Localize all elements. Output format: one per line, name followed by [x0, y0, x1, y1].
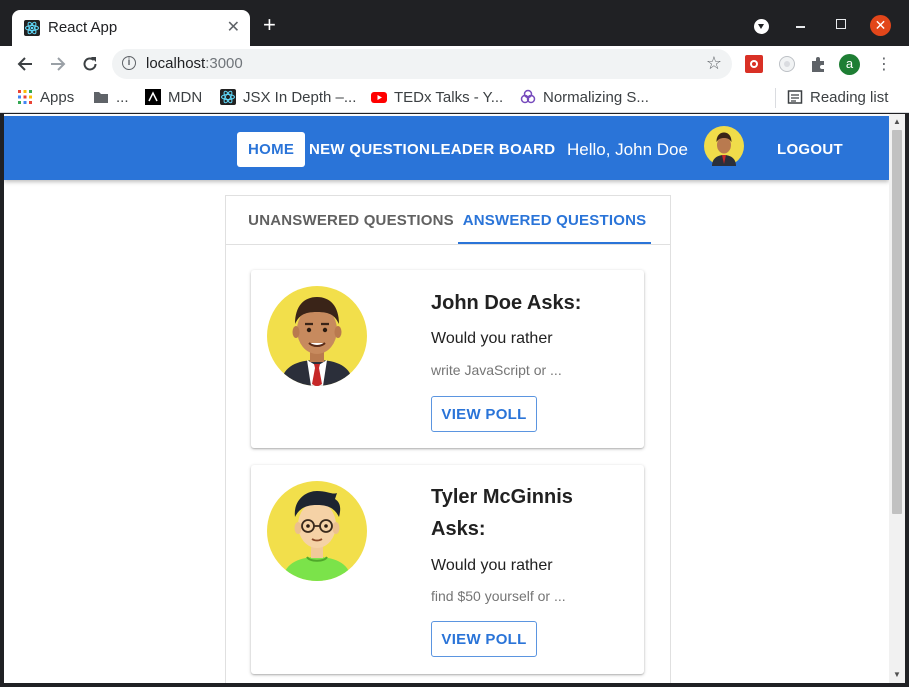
scroll-down-icon[interactable]: ▼ — [893, 670, 901, 679]
tab-title: React App — [48, 19, 118, 36]
question-prompt: Would you rather — [431, 330, 553, 347]
apps-grid-icon — [18, 90, 32, 104]
redux-icon — [520, 89, 536, 104]
tab-answered[interactable]: ANSWERED QUESTIONS — [458, 196, 651, 244]
scroll-thumb[interactable] — [892, 130, 902, 514]
reload-icon[interactable] — [78, 52, 102, 76]
question-prompt: Would you rather — [431, 557, 553, 574]
app-bar: Home New Question Leader Board Hello, Jo… — [4, 116, 889, 180]
bookmarks-bar: Apps ... MDN JSX In Depth –... TEDx Talk… — [0, 82, 909, 113]
bookmark-label: ... — [116, 88, 129, 106]
browser-menu-icon[interactable]: ⋮ — [876, 54, 892, 74]
tab-unanswered[interactable]: UNANSWERED QUESTIONS — [248, 196, 454, 244]
react-icon — [220, 89, 236, 105]
question-tabs: UNANSWERED QUESTIONS ANSWERED QUESTIONS — [226, 196, 670, 245]
mdn-icon — [145, 89, 161, 105]
reading-list-icon — [787, 90, 803, 104]
extension-gray-icon[interactable] — [778, 55, 796, 73]
extensions-puzzle-icon[interactable] — [809, 55, 827, 73]
browser-titlebar: React App ✕ + ✕ — [0, 0, 909, 46]
question-card: Tyler McGinnis Asks: Would you rather fi… — [251, 465, 644, 674]
nav-home[interactable]: Home — [237, 132, 306, 167]
bookmark-label: TEDx Talks - Y... — [394, 88, 504, 106]
view-poll-button[interactable]: VIEW POLL — [431, 621, 537, 657]
scroll-up-icon[interactable]: ▲ — [893, 117, 901, 126]
user-greeting: Hello, John Doe — [567, 140, 688, 159]
browser-tab[interactable]: React App ✕ — [12, 10, 250, 46]
window-close-icon[interactable]: ✕ — [870, 15, 891, 36]
tab-close-icon[interactable]: ✕ — [227, 17, 240, 37]
bookmark-tedx[interactable]: TEDx Talks - Y... — [371, 88, 503, 106]
view-poll-button[interactable]: VIEW POLL — [431, 396, 537, 432]
reading-list-label: Reading list — [810, 88, 889, 106]
tyler-mcginnis-avatar — [267, 481, 367, 581]
bookmark-jsx[interactable]: JSX In Depth –... — [220, 88, 356, 106]
bookmark-label: Normalizing S... — [543, 88, 649, 106]
bookmark-label: JSX In Depth –... — [243, 88, 357, 106]
question-preview: find $50 yourself or ... — [431, 588, 566, 604]
question-asker: Tyler McGinnis Asks: — [431, 486, 573, 540]
bookmark-mdn[interactable]: MDN — [145, 88, 202, 106]
bookmarks-divider — [775, 88, 776, 108]
tab-search-icon[interactable] — [754, 19, 769, 34]
nav-leader-board[interactable]: Leader Board — [420, 132, 566, 167]
maximize-icon[interactable] — [836, 19, 846, 29]
window-edge — [905, 114, 909, 683]
react-icon — [24, 20, 40, 36]
bookmark-normalizing[interactable]: Normalizing S... — [520, 88, 649, 106]
profile-avatar[interactable]: a — [839, 54, 860, 75]
extension-red-icon[interactable] — [745, 55, 763, 73]
bookmark-label: MDN — [168, 88, 203, 106]
site-info-icon[interactable]: i — [122, 56, 136, 70]
page-viewport: Home New Question Leader Board Hello, Jo… — [4, 114, 889, 683]
bookmark-folder[interactable]: ... — [93, 88, 129, 106]
john-doe-avatar — [267, 286, 367, 386]
tab-indicator — [458, 242, 651, 244]
question-asker: John Doe Asks: — [431, 292, 582, 314]
folder-icon — [94, 92, 108, 103]
url-text: localhost:3000 — [146, 55, 243, 72]
user-avatar — [704, 126, 744, 166]
question-preview: write JavaScript or ... — [431, 362, 562, 378]
bookmark-apps[interactable]: Apps — [17, 88, 74, 106]
forward-arrow-icon[interactable] — [46, 52, 70, 76]
page-scrollbar[interactable]: ▲ ▼ — [889, 114, 905, 683]
bookmark-label: Apps — [40, 88, 75, 106]
reading-list-button[interactable]: Reading list — [787, 88, 888, 106]
back-arrow-icon[interactable] — [13, 52, 37, 76]
question-card: John Doe Asks: Would you rather write Ja… — [251, 270, 644, 448]
address-bar[interactable]: i localhost:3000 ☆ — [112, 49, 732, 79]
new-tab-button[interactable]: + — [263, 14, 276, 36]
browser-toolbar: i localhost:3000 ☆ a ⋮ — [0, 46, 909, 82]
minimize-icon[interactable] — [796, 26, 805, 28]
youtube-icon — [371, 92, 387, 103]
bookmark-star-icon[interactable]: ☆ — [706, 53, 722, 74]
questions-panel: UNANSWERED QUESTIONS ANSWERED QUESTIONS — [226, 196, 670, 683]
logout-button[interactable]: Logout — [766, 132, 854, 167]
